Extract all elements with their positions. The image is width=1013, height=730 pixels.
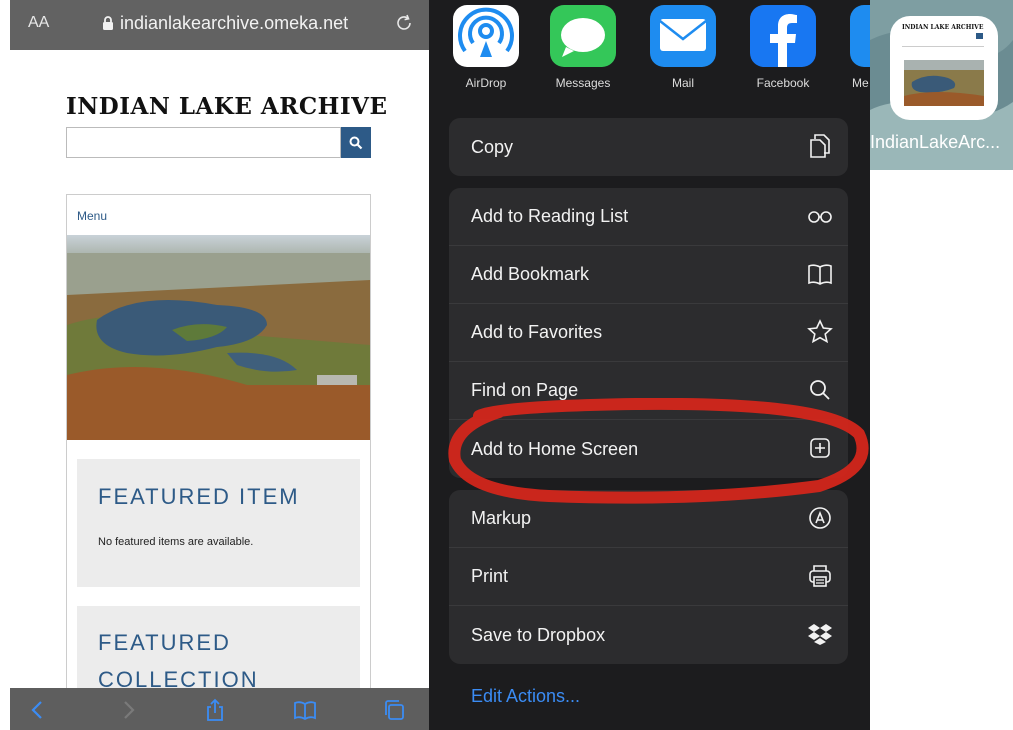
lock-icon (103, 16, 113, 30)
featured-item-heading: FEATURED ITEM (98, 484, 300, 509)
actions-group: Add to Reading List Add Bookmark Add to … (449, 188, 848, 478)
facebook-icon (750, 5, 816, 67)
add-to-favorites-action[interactable]: Add to Favorites (449, 304, 848, 362)
print-action[interactable]: Print (449, 548, 848, 606)
featured-item-message: No featured items are available. (98, 536, 254, 548)
reader-options-button[interactable]: AA (28, 14, 49, 32)
action-label: Save to Dropbox (471, 624, 606, 645)
screenshot-composite: AA indianlakearchive.omeka.net INDIAN LA… (0, 0, 1013, 730)
messages-icon (550, 5, 616, 67)
thumb-title: INDIAN LAKE ARCHIVE (902, 24, 984, 31)
share-app-label: Messages (555, 76, 611, 90)
dropbox-icon (808, 624, 832, 645)
action-label: Add to Home Screen (471, 438, 639, 459)
glasses-icon (808, 211, 832, 223)
magnifier-icon (810, 380, 830, 400)
tabs-icon[interactable] (382, 698, 406, 722)
copy-action[interactable]: Copy (449, 118, 848, 176)
airdrop-icon (453, 5, 519, 67)
thumb-photo (904, 60, 984, 106)
add-to-reading-list-action[interactable]: Add to Reading List (449, 188, 848, 246)
mail-icon (650, 5, 716, 67)
more-actions-group: Markup Print Save to Dropbox (449, 490, 848, 664)
share-icon[interactable] (203, 698, 227, 722)
thumb-divider (902, 46, 984, 47)
action-label: Markup (471, 508, 532, 528)
back-icon[interactable] (26, 698, 50, 722)
find-on-page-action[interactable]: Find on Page (449, 362, 848, 420)
book-icon (808, 264, 832, 285)
featured-collection-heading-line1: FEATURED (98, 630, 231, 655)
page-content: Menu FEATURED ITEM No featured items are… (66, 194, 371, 726)
action-label: Add Bookmark (471, 264, 590, 284)
url-field[interactable]: indianlakearchive.omeka.net (102, 13, 348, 34)
search-icon (349, 136, 363, 149)
menu-link[interactable]: Menu (77, 209, 107, 223)
site-search-input[interactable] (66, 127, 341, 158)
address-bar[interactable]: AA indianlakearchive.omeka.net (10, 0, 429, 50)
copy-icon (810, 134, 830, 158)
edit-actions-link[interactable]: Edit Actions... (471, 686, 580, 707)
printer-icon (809, 565, 831, 587)
share-sheet: AirDrop Messages Mail Facebook Me Copy A… (429, 0, 870, 730)
featured-item-card: FEATURED ITEM No featured items are avai… (77, 459, 360, 587)
safari-toolbar (10, 688, 429, 730)
bookmarks-icon[interactable] (293, 698, 317, 722)
reload-icon[interactable] (393, 12, 415, 34)
action-label: Copy (471, 136, 514, 157)
share-app-label: Facebook (756, 76, 810, 90)
add-to-home-screen-action[interactable]: Add to Home Screen (449, 420, 848, 478)
copy-group: Copy (449, 118, 848, 176)
share-app-label: AirDrop (465, 76, 507, 90)
markup-action[interactable]: Markup (449, 490, 848, 548)
share-app-label: Me (852, 76, 869, 90)
home-screen-preview: INDIAN LAKE ARCHIVE IndianLakeArc... (870, 0, 1013, 170)
action-label: Add to Reading List (471, 206, 629, 226)
site-title[interactable]: INDIAN LAKE ARCHIVE (66, 93, 388, 120)
indian-lake-archive-app-icon[interactable]: INDIAN LAKE ARCHIVE (890, 16, 998, 120)
star-icon (807, 319, 833, 344)
share-app-row: AirDrop Messages Mail Facebook Me (429, 0, 870, 100)
messenger-icon (850, 5, 870, 67)
home-icon-label: IndianLakeArc... (870, 132, 1001, 152)
add-bookmark-action[interactable]: Add Bookmark (449, 246, 848, 304)
action-label: Add to Favorites (471, 322, 603, 342)
action-label: Find on Page (471, 380, 579, 400)
safari-window: AA indianlakearchive.omeka.net INDIAN LA… (10, 0, 429, 730)
forward-icon[interactable] (116, 698, 140, 722)
thumb-search-button (976, 33, 983, 39)
share-app-label: Mail (671, 76, 694, 90)
search-button[interactable] (341, 127, 371, 158)
lake-aerial-photo (67, 235, 370, 440)
action-label: Print (471, 566, 509, 586)
markup-pen-icon (809, 507, 831, 529)
save-to-dropbox-action[interactable]: Save to Dropbox (449, 606, 848, 664)
plus-square-icon (810, 438, 830, 458)
url-text: indianlakearchive.omeka.net (120, 13, 349, 33)
